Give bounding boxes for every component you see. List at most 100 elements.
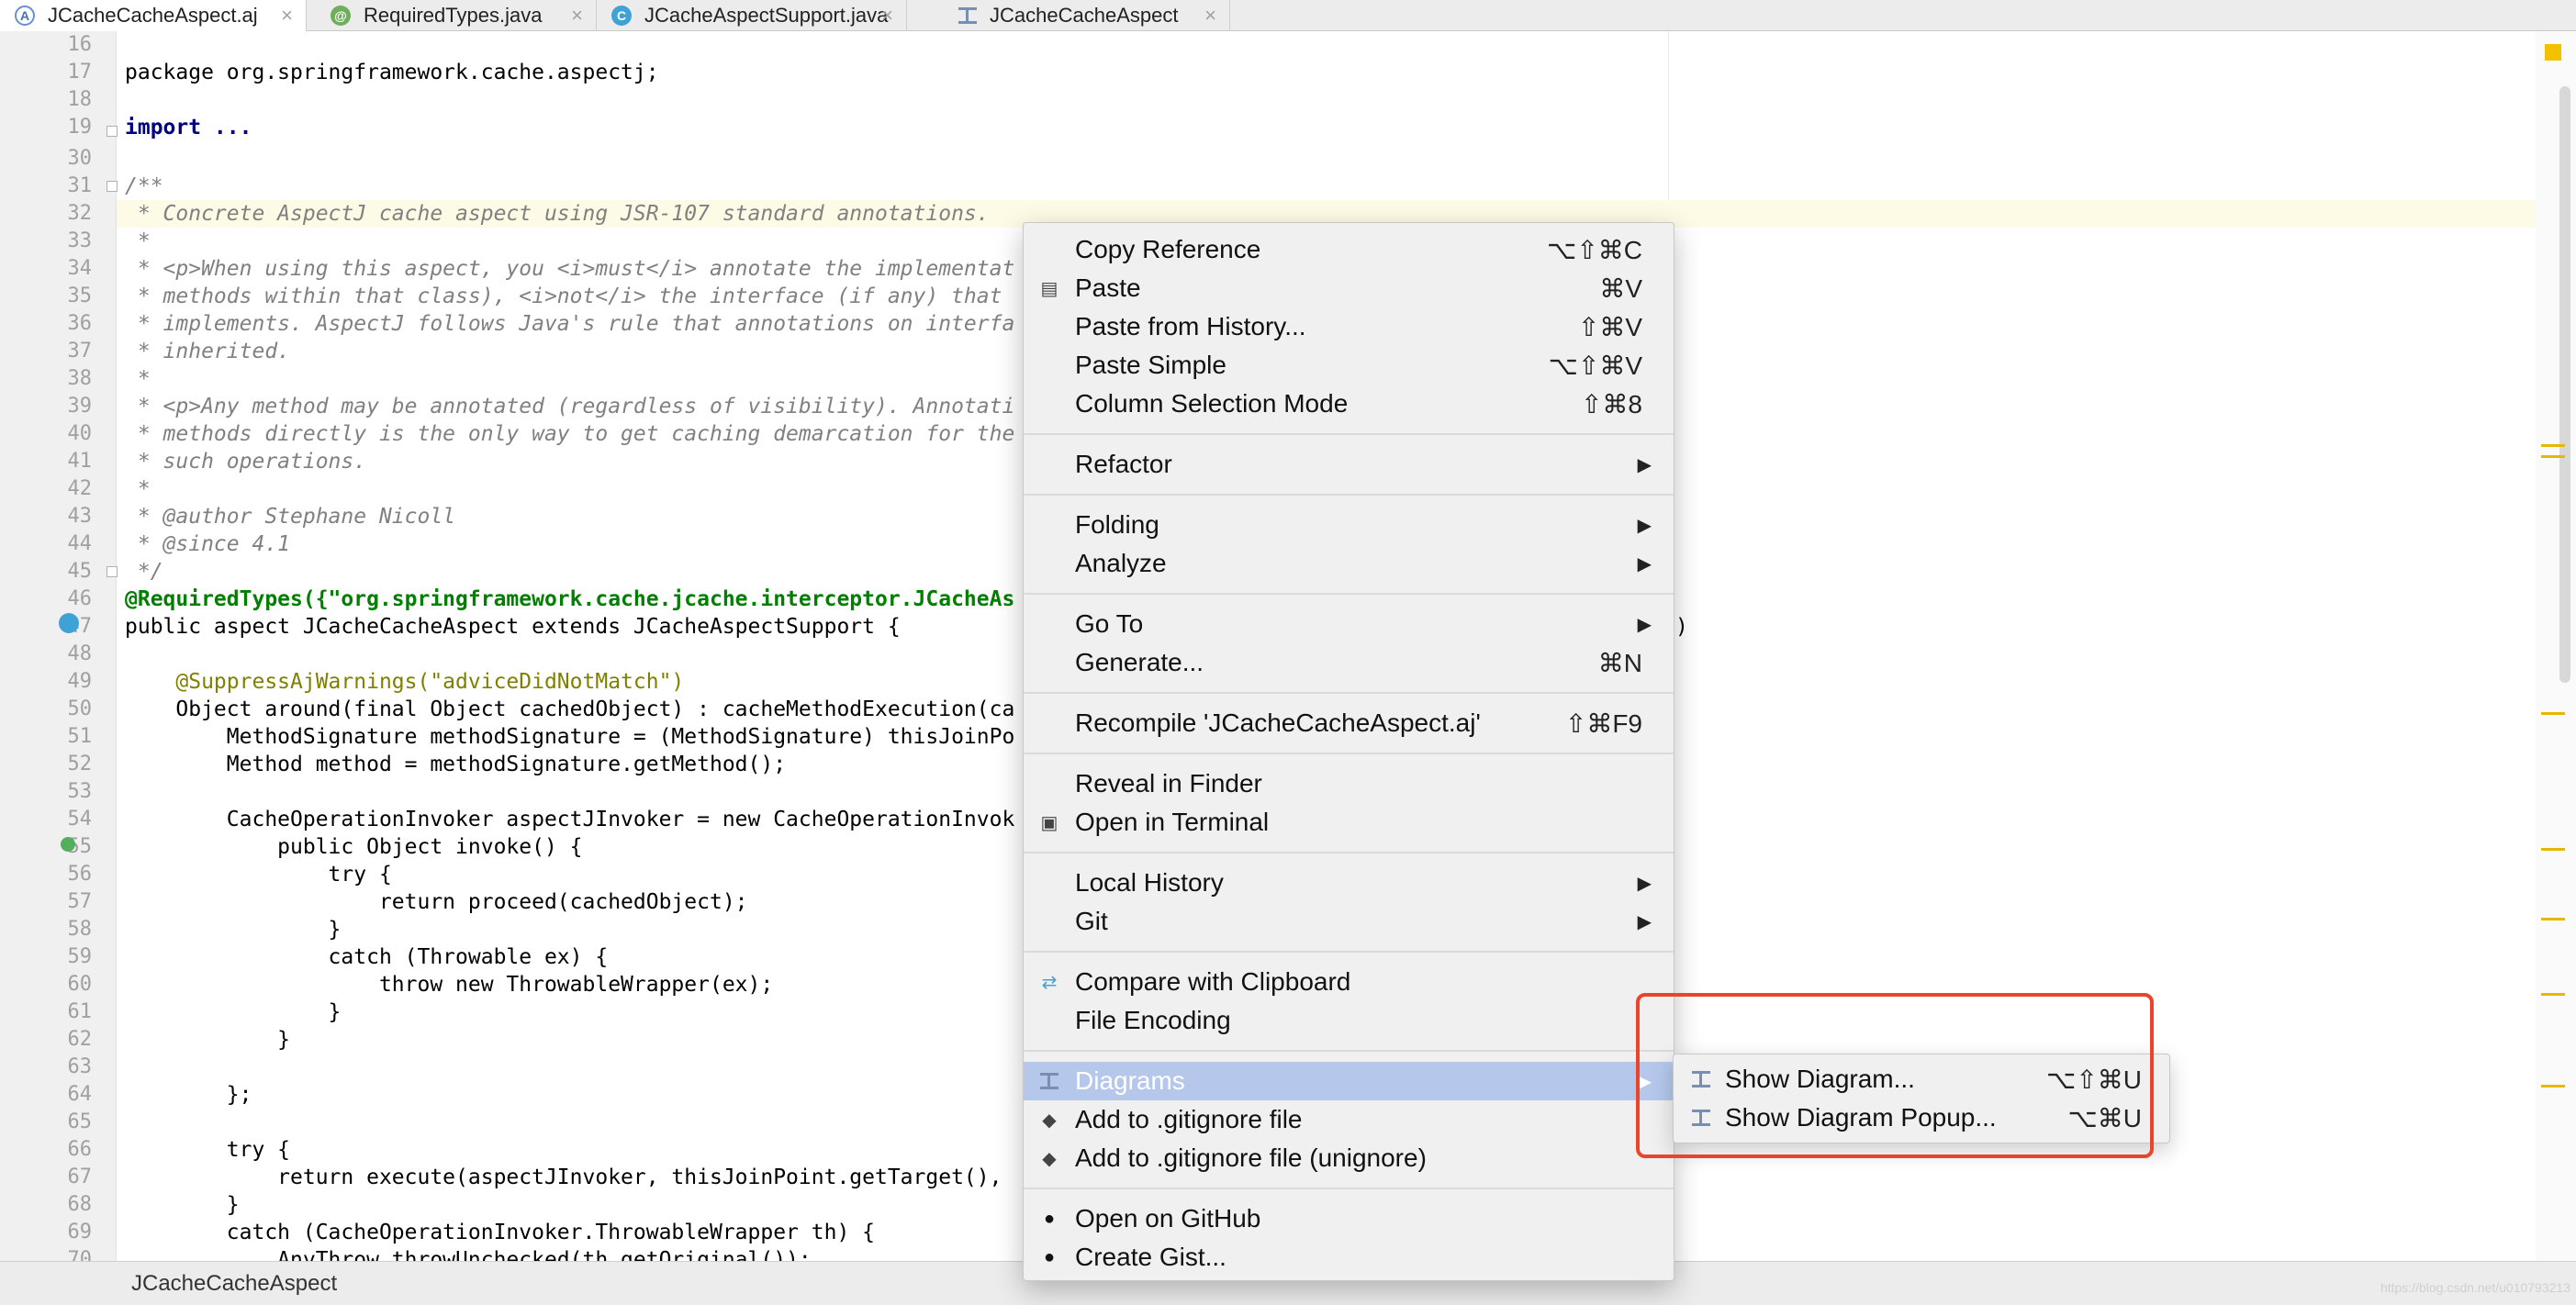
watermark-text: https://blog.csdn.net/u010793213 [2380,1280,2570,1295]
tab-jcacheaspectsupport-java[interactable]: C JCacheAspectSupport.java × [597,0,907,31]
tab-jcachecacheaspect-aj[interactable]: A JCacheCacheAspect.aj × [0,0,307,31]
code-line: * Concrete AspectJ cache aspect using JS… [125,202,990,226]
menu-item-paste-from-history[interactable]: Paste from History... ⇧⌘V [1024,307,1674,346]
aspect-icon: A [15,6,35,26]
code-line: throw new ThrowableWrapper(ex); [125,973,774,997]
menu-item-open-in-terminal[interactable]: ▣ Open in Terminal [1024,803,1674,842]
tab-requiredtypes-java[interactable]: @ RequiredTypes.java × [316,0,597,31]
line-number: 56 [67,863,93,886]
stripe-mark[interactable] [2541,1085,2565,1088]
code-line: * inherited. [125,340,291,363]
line-number: 63 [67,1055,93,1078]
menu-item-create-gist[interactable]: ● Create Gist... [1024,1238,1674,1277]
menu-item-label: Reveal in Finder [1075,769,1262,798]
scrollbar-thumb[interactable] [2559,86,2570,683]
code-line: * [125,367,151,391]
menu-item-diagrams[interactable]: Diagrams ▶ [1024,1062,1674,1100]
code-line: * <p>When using this aspect, you <i>must… [125,257,1015,281]
menu-item-refactor[interactable]: Refactor ▶ [1024,445,1674,484]
menu-item-generate[interactable]: Generate... ⌘N [1024,643,1674,682]
menu-item-label: Diagrams [1075,1066,1185,1095]
menu-item-shortcut: ⌥⇧⌘C [1547,236,1642,264]
menu-item-go-to[interactable]: Go To ▶ [1024,605,1674,643]
menu-item-label: Git [1075,907,1108,935]
menu-item-compare-with-clipboard[interactable]: ⇄ Compare with Clipboard [1024,963,1674,1001]
editor-context-menu: Copy Reference ⌥⇧⌘C ▤ Paste ⌘V Paste fro… [1023,222,1674,1281]
line-number: 18 [67,88,93,111]
code-line: * implements. AspectJ follows Java's rul… [125,312,1015,336]
menu-item-label: Local History [1075,868,1224,897]
menu-item-file-encoding[interactable]: File Encoding [1024,1001,1674,1040]
override-marker-icon[interactable] [61,837,75,852]
code-line: Object around(final Object cachedObject)… [125,697,1015,721]
code-line: * @since 4.1 [125,532,291,556]
fold-marker-icon[interactable] [106,126,118,137]
line-number: 36 [67,312,93,335]
code-line: } [125,1193,240,1217]
line-number: 17 [67,61,93,84]
menu-item-local-history[interactable]: Local History ▶ [1024,864,1674,902]
code-line: AnyThrow.throwUnchecked(th.getOriginal()… [125,1248,812,1261]
line-number: 40 [67,422,93,445]
code-line: package org.springframework.cache.aspect… [125,61,659,84]
line-number: 61 [67,1000,93,1023]
close-icon[interactable]: × [571,4,583,28]
menu-item-paste[interactable]: ▤ Paste ⌘V [1024,269,1674,307]
code-line: } [125,1000,342,1024]
close-icon[interactable]: × [881,4,893,28]
menu-item-reveal-in-finder[interactable]: Reveal in Finder [1024,764,1674,803]
breadcrumb[interactable]: JCacheCacheAspect [131,1271,337,1297]
menu-item-git[interactable]: Git ▶ [1024,902,1674,941]
submenu-arrow-icon: ▶ [1637,516,1652,536]
menu-item-label: Add to .gitignore file (unignore) [1075,1143,1427,1172]
fold-marker-icon[interactable] [106,181,118,192]
fold-marker-icon[interactable] [106,566,118,577]
line-number: 58 [67,918,93,941]
menu-item-open-on-github[interactable]: ● Open on GitHub [1024,1199,1674,1238]
stripe-mark[interactable] [2541,993,2565,996]
code-line: * @author Stephane Nicoll [125,505,456,529]
compare-icon: ⇄ [1041,972,1058,993]
code-line: import ... [125,116,252,139]
line-number: 62 [67,1028,93,1051]
close-icon[interactable]: × [281,4,293,28]
menu-item-paste-simple[interactable]: Paste Simple ⌥⇧⌘V [1024,346,1674,385]
code-line: return execute(aspectJInvoker, thisJoinP… [125,1166,1002,1189]
warning-indicator-icon[interactable] [2545,44,2561,61]
menu-item-add-to-gitignore[interactable]: ◆ Add to .gitignore file [1024,1100,1674,1139]
error-stripe[interactable] [2536,31,2576,1261]
tab-jcachecacheaspect-diagram[interactable]: JCacheCacheAspect × [942,0,1230,31]
code-line: */ [125,560,163,584]
menu-item-analyze[interactable]: Analyze ▶ [1024,544,1674,583]
menu-separator [1024,692,1674,694]
menu-item-add-to-gitignore-unignore[interactable]: ◆ Add to .gitignore file (unignore) [1024,1139,1674,1177]
class-icon: C [611,6,632,26]
code-overflow-fragment: ) [1675,615,1688,639]
stripe-mark[interactable] [2541,918,2565,920]
menu-separator [1024,753,1674,754]
implements-marker-icon[interactable] [59,613,79,633]
stripe-mark[interactable] [2541,455,2565,458]
menu-item-label: Analyze [1075,549,1167,577]
stripe-mark[interactable] [2541,712,2565,715]
menu-item-shortcut: ⌥⇧⌘V [1548,351,1642,380]
code-line: catch (CacheOperationInvoker.ThrowableWr… [125,1221,875,1244]
menu-item-copy-reference[interactable]: Copy Reference ⌥⇧⌘C [1024,230,1674,269]
line-number: 53 [67,780,93,803]
menu-separator [1024,433,1674,435]
close-icon[interactable]: × [1204,4,1216,28]
stripe-mark[interactable] [2541,444,2565,447]
submenu-arrow-icon: ▶ [1637,874,1652,894]
line-number: 70 [67,1248,93,1261]
line-number: 38 [67,367,93,390]
stripe-mark[interactable] [2541,848,2565,851]
menu-item-folding[interactable]: Folding ▶ [1024,506,1674,544]
menu-item-label: Copy Reference [1075,235,1261,263]
github-icon: ● [1043,1246,1056,1267]
annotation-icon: @ [330,6,351,26]
menu-item-label: Compare with Clipboard [1075,967,1351,996]
menu-item-column-selection-mode[interactable]: Column Selection Mode ⇧⌘8 [1024,385,1674,423]
menu-item-label: Paste from History... [1075,312,1306,340]
menu-item-recompile[interactable]: Recompile 'JCacheCacheAspect.aj' ⇧⌘F9 [1024,704,1674,742]
code-line: /** [125,174,163,198]
